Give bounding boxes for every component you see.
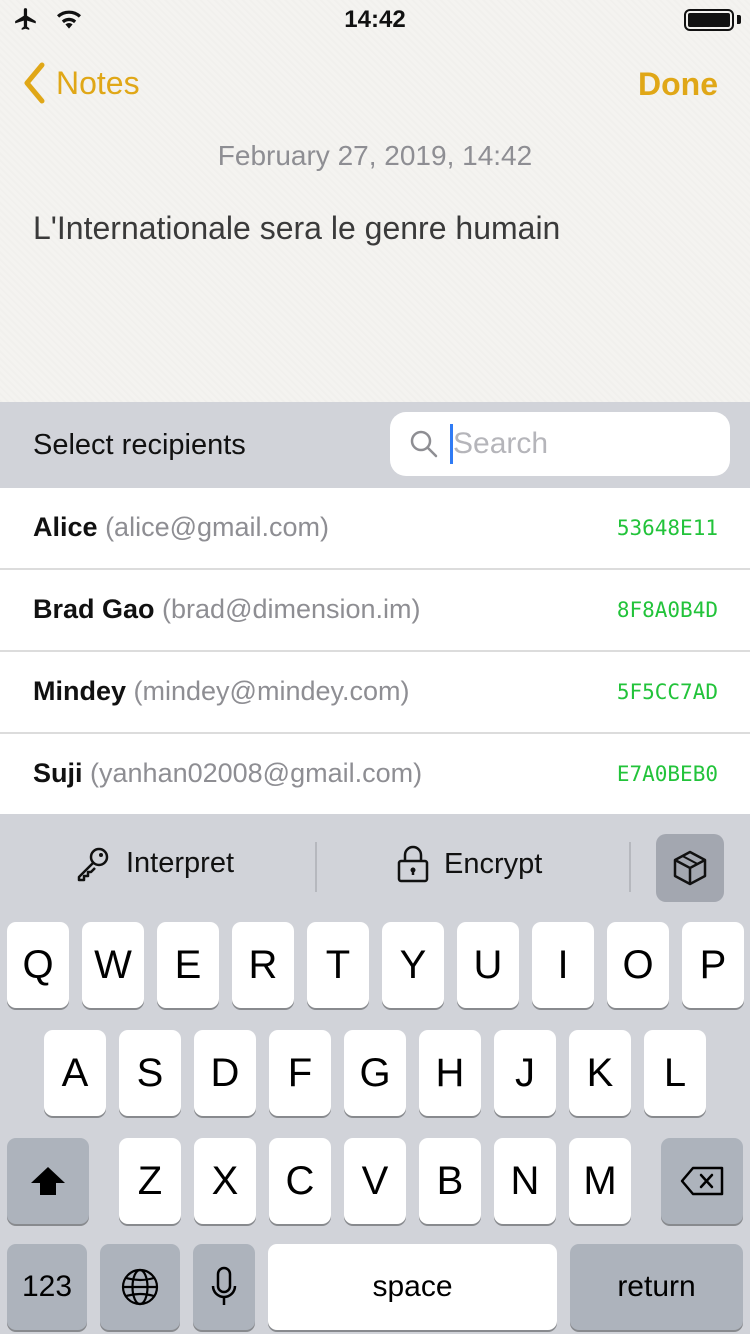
key-w[interactable]: W <box>82 922 144 1008</box>
toolbar-divider <box>629 842 631 892</box>
key-c[interactable]: C <box>269 1138 331 1224</box>
shift-icon <box>31 1167 65 1195</box>
microphone-icon <box>211 1266 237 1305</box>
keyboard-toolbar: Interpret Encrypt <box>0 814 750 920</box>
key-d[interactable]: D <box>194 1030 256 1116</box>
recipient-email: (mindey@mindey.com) <box>133 676 410 706</box>
recipients-title: Select recipients <box>33 429 246 461</box>
key-l[interactable]: L <box>644 1030 706 1116</box>
key-j[interactable]: J <box>494 1030 556 1116</box>
recipient-row-alice[interactable]: Alice (alice@gmail.com) 53648E11 <box>0 488 750 570</box>
key-a[interactable]: A <box>44 1030 106 1116</box>
key-x[interactable]: X <box>194 1138 256 1224</box>
toolbar-divider <box>315 842 317 892</box>
lock-icon <box>397 845 429 883</box>
dictation-key[interactable] <box>193 1244 255 1330</box>
back-button[interactable]: Notes <box>22 62 140 104</box>
key-g[interactable]: G <box>344 1030 406 1116</box>
key-i[interactable]: I <box>532 922 594 1008</box>
recipient-key-id: E7A0BEB0 <box>616 762 718 786</box>
recipient-name: Alice <box>33 512 98 542</box>
encrypt-button[interactable]: Encrypt <box>396 844 542 884</box>
key-u[interactable]: U <box>457 922 519 1008</box>
app-menu-button[interactable] <box>656 834 724 902</box>
key-v[interactable]: V <box>344 1138 406 1224</box>
interpret-label: Interpret <box>126 846 234 879</box>
globe-icon <box>121 1268 159 1306</box>
recipient-row-suji[interactable]: Suji (yanhan02008@gmail.com) E7A0BEB0 <box>0 734 750 814</box>
recipient-email: (brad@dimension.im) <box>162 594 421 624</box>
key-b[interactable]: B <box>419 1138 481 1224</box>
key-y[interactable]: Y <box>382 922 444 1008</box>
key-q[interactable]: Q <box>7 922 69 1008</box>
globe-key[interactable] <box>100 1244 180 1330</box>
recipient-row-mindey[interactable]: Mindey (mindey@mindey.com) 5F5CC7AD <box>0 652 750 734</box>
key-p[interactable]: P <box>682 922 744 1008</box>
recipient-email: (yanhan02008@gmail.com) <box>90 758 423 788</box>
key-o[interactable]: O <box>607 922 669 1008</box>
key-s[interactable]: S <box>119 1030 181 1116</box>
note-date: February 27, 2019, 14:42 <box>217 140 533 171</box>
recipient-key-id: 8F8A0B4D <box>616 598 718 622</box>
key-k[interactable]: K <box>569 1030 631 1116</box>
search-input[interactable] <box>453 427 703 461</box>
recipients-list: Alice (alice@gmail.com) 53648E11 Brad Ga… <box>0 488 750 814</box>
key-icon <box>77 847 109 882</box>
delete-key[interactable] <box>661 1138 743 1224</box>
keyboard: Interpret Encrypt Q W E R T Y U I O P A … <box>0 814 750 1334</box>
key-m[interactable]: M <box>569 1138 631 1224</box>
recipient-row-brad-gao[interactable]: Brad Gao (brad@dimension.im) 8F8A0B4D <box>0 570 750 652</box>
notes-area: 14:42 Notes Done February 27, 2019, 14:4… <box>0 0 750 402</box>
numbers-key[interactable]: 123 <box>7 1244 87 1330</box>
done-button[interactable]: Done <box>638 66 718 103</box>
recipient-name: Mindey <box>33 676 127 706</box>
key-h[interactable]: H <box>419 1030 481 1116</box>
key-e[interactable]: E <box>157 922 219 1008</box>
status-bar: 14:42 <box>0 0 750 40</box>
key-n[interactable]: N <box>494 1138 556 1224</box>
recipients-header: Select recipients <box>0 402 750 488</box>
recipient-email: (alice@gmail.com) <box>105 512 330 542</box>
key-z[interactable]: Z <box>119 1138 181 1224</box>
chevron-left-icon <box>24 62 45 104</box>
recipient-key-id: 53648E11 <box>616 516 718 540</box>
shift-key[interactable] <box>7 1138 89 1224</box>
key-r[interactable]: R <box>232 922 294 1008</box>
battery-icon <box>684 9 734 31</box>
interpret-button[interactable]: Interpret <box>74 844 234 882</box>
recipient-name: Brad Gao <box>33 594 155 624</box>
backspace-icon <box>680 1166 724 1196</box>
cube-icon <box>673 850 707 886</box>
encrypt-label: Encrypt <box>444 847 543 880</box>
key-t[interactable]: T <box>307 922 369 1008</box>
return-key[interactable]: return <box>570 1244 743 1330</box>
recipient-name: Suji <box>33 758 83 788</box>
back-label: Notes <box>56 64 140 101</box>
key-f[interactable]: F <box>269 1030 331 1116</box>
search-box[interactable] <box>390 412 730 476</box>
recipient-key-id: 5F5CC7AD <box>616 680 718 704</box>
note-body[interactable]: L'Internationale sera le genre humain <box>33 210 560 247</box>
status-time: 14:42 <box>344 6 406 33</box>
search-icon <box>410 430 438 458</box>
space-key[interactable]: space <box>268 1244 557 1330</box>
